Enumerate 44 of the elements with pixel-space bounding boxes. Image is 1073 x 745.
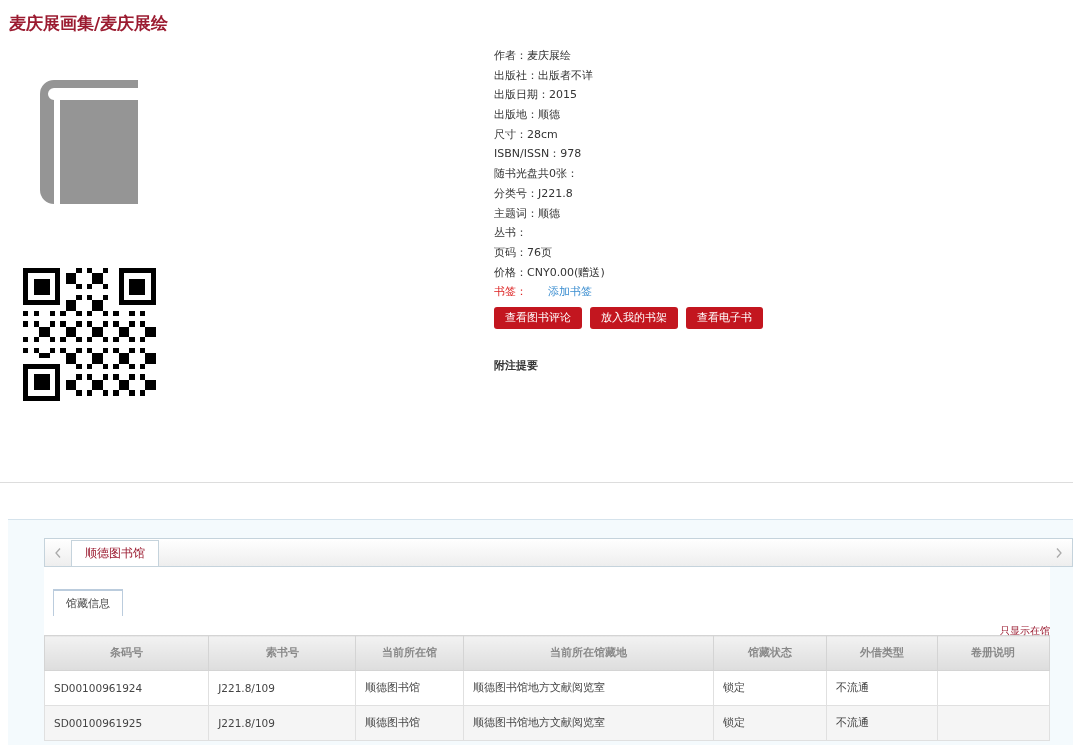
table-cell: 顺德图书馆 xyxy=(355,670,464,706)
detail-text: 随书光盘共0张： xyxy=(494,166,579,183)
detail-text: 价格：CNY0.00(赠送) xyxy=(494,264,606,281)
detail-text: ISBN/ISSN：978 xyxy=(494,146,583,163)
table-cell: 锁定 xyxy=(713,670,827,706)
detail-text: 主题词：顺德 xyxy=(494,205,561,222)
detail-text: 尺寸：28cm xyxy=(494,126,559,143)
table-cell: 不流通 xyxy=(826,670,938,706)
left-chevron-icon[interactable] xyxy=(55,547,61,558)
bookmark-label: 书签： xyxy=(494,284,528,301)
detail-text: 出版地：顺德 xyxy=(494,107,561,124)
detail-text: 分类号：J221.8 xyxy=(494,185,574,202)
column-header: 条码号 xyxy=(44,635,209,671)
filter-link[interactable]: 只显示在馆 xyxy=(1000,625,1050,636)
table-cell: 顺德图书馆地方文献阅览室 xyxy=(463,670,714,706)
column-header: 索书号 xyxy=(208,635,356,671)
column-header: 卷册说明 xyxy=(937,635,1050,671)
table-cell: 顺德图书馆地方文献阅览室 xyxy=(463,705,714,741)
right-chevron-icon[interactable] xyxy=(1056,547,1062,558)
action-button[interactable]: 查看图书评论 xyxy=(494,306,582,329)
library-tab[interactable]: 顺德图书馆 xyxy=(71,540,159,566)
action-button[interactable]: 放入我的书架 xyxy=(590,306,678,329)
detail-text: 出版日期：2015 xyxy=(494,87,578,104)
detail-text: 作者：麦庆展绘 xyxy=(494,48,572,64)
column-header: 馆藏状态 xyxy=(713,635,827,671)
book-icon xyxy=(40,80,140,204)
notes-heading: 附注提要 xyxy=(494,357,539,373)
add-bookmark-link[interactable]: 添加书签 xyxy=(547,285,592,299)
column-header: 外借类型 xyxy=(826,635,938,671)
table-cell: J221.8/109 xyxy=(208,670,356,706)
holdings-tab[interactable]: 馆藏信息 xyxy=(53,589,123,616)
action-button[interactable]: 查看电子书 xyxy=(686,306,763,329)
book-title: 麦庆展画集/麦庆展绘 xyxy=(8,12,170,33)
table-cell: 不流通 xyxy=(826,705,938,741)
detail-text: 丛书： xyxy=(494,225,528,242)
table-cell: J221.8/109 xyxy=(208,705,356,741)
detail-text: 页码：76页 xyxy=(494,244,553,261)
table-cell: 顺德图书馆 xyxy=(355,705,464,741)
column-header: 当前所在馆藏地 xyxy=(463,635,714,671)
table-cell: SD00100961925 xyxy=(44,705,209,741)
table-cell: SD00100961924 xyxy=(44,670,209,706)
detail-text: 出版社：出版者不详 xyxy=(494,67,594,84)
table-cell: 锁定 xyxy=(713,705,827,741)
column-header: 当前所在馆 xyxy=(355,635,464,671)
